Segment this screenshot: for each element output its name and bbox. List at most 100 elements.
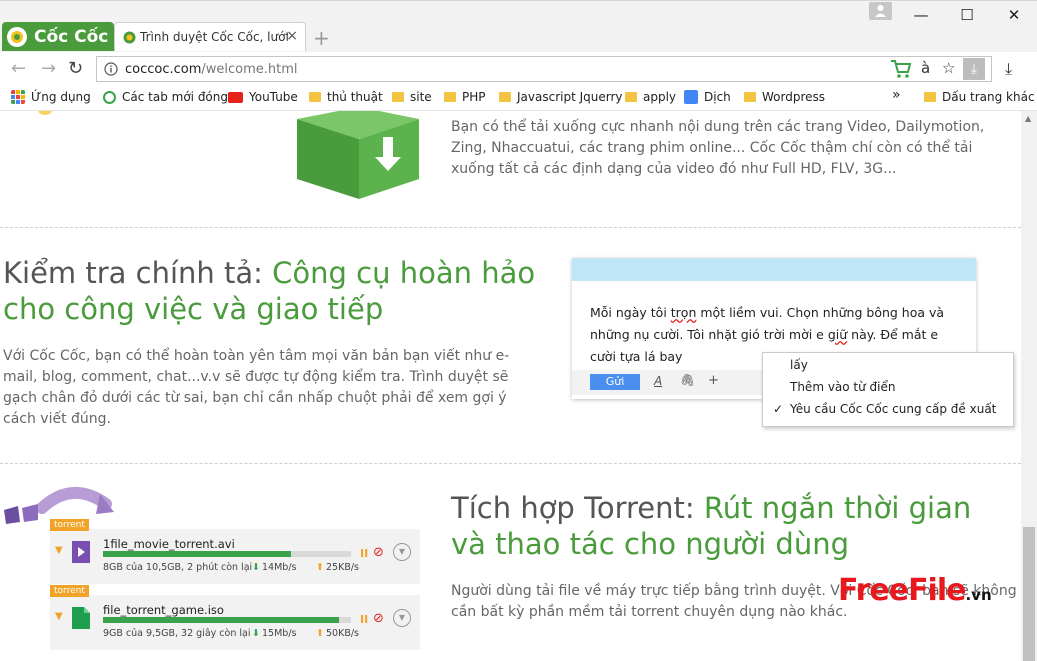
download-speed: 14Mb/s [262, 562, 297, 573]
bookmark-label: Dịch [704, 90, 731, 104]
bookmark-other[interactable]: Dấu trang khác [924, 90, 1035, 104]
bookmark-translate[interactable]: Dịch [684, 90, 731, 104]
bookmark-label: Các tab mới đóng [122, 90, 228, 104]
history-icon [103, 90, 116, 104]
bookmark-folder-wordpress[interactable]: Wordpress [744, 90, 825, 104]
section-divider [0, 227, 1021, 228]
spell-description: Với Cốc Cốc, bạn có thể hoàn toàn yên tâ… [3, 348, 510, 427]
attach-icon[interactable]: 🖇 [680, 373, 695, 387]
folder-icon [499, 92, 511, 102]
tab-title: Trình duyệt Cốc Cốc, lướt web [140, 30, 288, 44]
folder-icon [744, 92, 756, 102]
decoration [38, 111, 52, 115]
translate-icon[interactable]: à [921, 59, 930, 77]
format-text-icon[interactable]: A [654, 374, 662, 388]
bookmark-apps[interactable]: Ứng dụng [11, 90, 91, 104]
folder-icon [309, 92, 321, 102]
close-button[interactable]: ✕ [991, 4, 1037, 26]
brand-name: Cốc Cốc [34, 26, 109, 47]
url-host: coccoc.com [125, 62, 202, 77]
folder-icon [924, 92, 936, 102]
bookmark-label: YouTube [249, 90, 298, 104]
card-header [572, 258, 976, 281]
torrent-filename: 1file_movie_torrent.avi [103, 537, 235, 551]
profile-icon[interactable] [869, 2, 892, 20]
download-speed-icon: ⬇ [252, 562, 260, 573]
active-tab[interactable]: Trình duyệt Cốc Cốc, lướt web × [114, 22, 306, 51]
pause-icon[interactable]: II [360, 613, 368, 626]
bookmark-label: Wordpress [762, 90, 826, 104]
menu-chevron-icon[interactable]: ▼ [393, 543, 411, 561]
scroll-thumb[interactable] [1023, 527, 1035, 661]
bookmark-label: Ứng dụng [31, 90, 91, 104]
bookmark-label: site [410, 90, 432, 104]
watermark: FreeFile.vn [838, 573, 992, 608]
coccoc-menu-button[interactable]: Cốc Cốc [2, 22, 114, 51]
bookmark-label: Dấu trang khác [942, 90, 1035, 104]
folder-icon [625, 92, 637, 102]
address-bar[interactable]: coccoc.com/welcome.html à ☆ ⤓ [96, 56, 992, 82]
more-options-icon[interactable]: + [708, 373, 719, 388]
back-icon[interactable]: ← [11, 58, 26, 79]
collapse-arrow-icon[interactable]: ▼ [55, 611, 63, 622]
bookmark-folder-site[interactable]: site [392, 90, 432, 104]
apps-grid-icon [11, 90, 25, 104]
google-translate-icon [684, 90, 698, 104]
folder-icon [392, 92, 404, 102]
cancel-icon[interactable]: ⊘ [373, 545, 384, 560]
reload-icon[interactable]: ↻ [68, 58, 83, 79]
new-tab-button[interactable]: + [313, 26, 330, 50]
upload-speed-icon: ⬆ [316, 628, 324, 639]
download-speed: 15Mb/s [262, 628, 297, 639]
forward-icon[interactable]: → [41, 58, 56, 79]
upload-speed-icon: ⬆ [316, 562, 324, 573]
tab-close-icon[interactable]: × [286, 28, 298, 44]
download-description: Bạn có thể tải xuống cực nhanh nội dung … [451, 119, 985, 177]
folder-icon [444, 92, 456, 102]
downloads-icon[interactable]: ⤓ [1005, 59, 1012, 79]
ask-suggestions-item[interactable]: Yêu cầu Cốc Cốc cung cấp đề xuất [790, 402, 996, 416]
upload-speed: 25KB/s [326, 562, 359, 573]
info-icon[interactable] [104, 62, 118, 76]
bookmarks-bar: Ứng dụng Các tab mới đóng YouTube thủ th… [0, 86, 1037, 111]
youtube-icon [228, 91, 243, 103]
section-divider [0, 463, 1021, 464]
torrent-item[interactable]: torrent ▼ file_torrent_game.iso 9GB của … [50, 585, 420, 650]
bookmark-youtube[interactable]: YouTube [228, 90, 298, 104]
coccoc-favicon-icon [123, 31, 136, 43]
spell-section-title: Kiểm tra chính tả: Công cụ hoàn hảo cho … [3, 256, 536, 326]
cancel-icon[interactable]: ⊘ [373, 611, 384, 626]
torrent-section-title: Tích hợp Torrent: Rút ngắn thời gian và … [451, 491, 972, 561]
suggestion-item[interactable]: lấy [790, 358, 808, 372]
bookmarks-overflow-icon[interactable]: » [892, 87, 901, 103]
menu-chevron-icon[interactable]: ▼ [393, 609, 411, 627]
torrent-progress-bar [103, 551, 351, 557]
download-speed-icon: ⬇ [252, 628, 260, 639]
bookmark-folder-apply[interactable]: apply [625, 90, 676, 104]
bookmark-star-icon[interactable]: ☆ [942, 59, 955, 77]
torrent-tag: torrent [50, 585, 89, 597]
torrent-item[interactable]: torrent ▼ 1file_movie_torrent.avi 8GB củ… [50, 519, 420, 584]
minimize-button[interactable]: — [898, 4, 944, 26]
shopping-cart-icon[interactable] [890, 59, 912, 79]
pause-icon[interactable]: II [360, 547, 368, 560]
bookmark-folder-javascript[interactable]: Javascript Jquerry [499, 90, 623, 104]
page-download-icon[interactable]: ⤓ [963, 58, 985, 80]
send-button[interactable]: Gửi [590, 374, 640, 390]
bookmark-folder-php[interactable]: PHP [444, 90, 486, 104]
collapse-arrow-icon[interactable]: ▼ [55, 545, 63, 556]
bookmark-folder-thu-thuat[interactable]: thủ thuật [309, 90, 383, 104]
add-to-dictionary-item[interactable]: Thêm vào từ điển [790, 380, 896, 394]
progress-fill [103, 551, 292, 557]
video-file-icon [72, 541, 90, 563]
torrent-tag: torrent [50, 519, 89, 531]
maximize-button[interactable]: ☐ [944, 4, 990, 26]
torrent-progress-label: 9GB của 9,5GB, 32 giây còn lại [103, 628, 251, 639]
bookmark-label: Javascript Jquerry [517, 90, 623, 104]
scroll-up-icon[interactable]: ▲ [1025, 114, 1031, 123]
url-path: /welcome.html [201, 62, 298, 77]
context-menu: lấy Thêm vào từ điển ✓ Yêu cầu Cốc Cốc c… [762, 352, 1014, 427]
bookmark-recent-tabs[interactable]: Các tab mới đóng [103, 90, 228, 104]
bookmark-label: apply [643, 90, 677, 104]
bookmark-label: PHP [462, 90, 486, 104]
